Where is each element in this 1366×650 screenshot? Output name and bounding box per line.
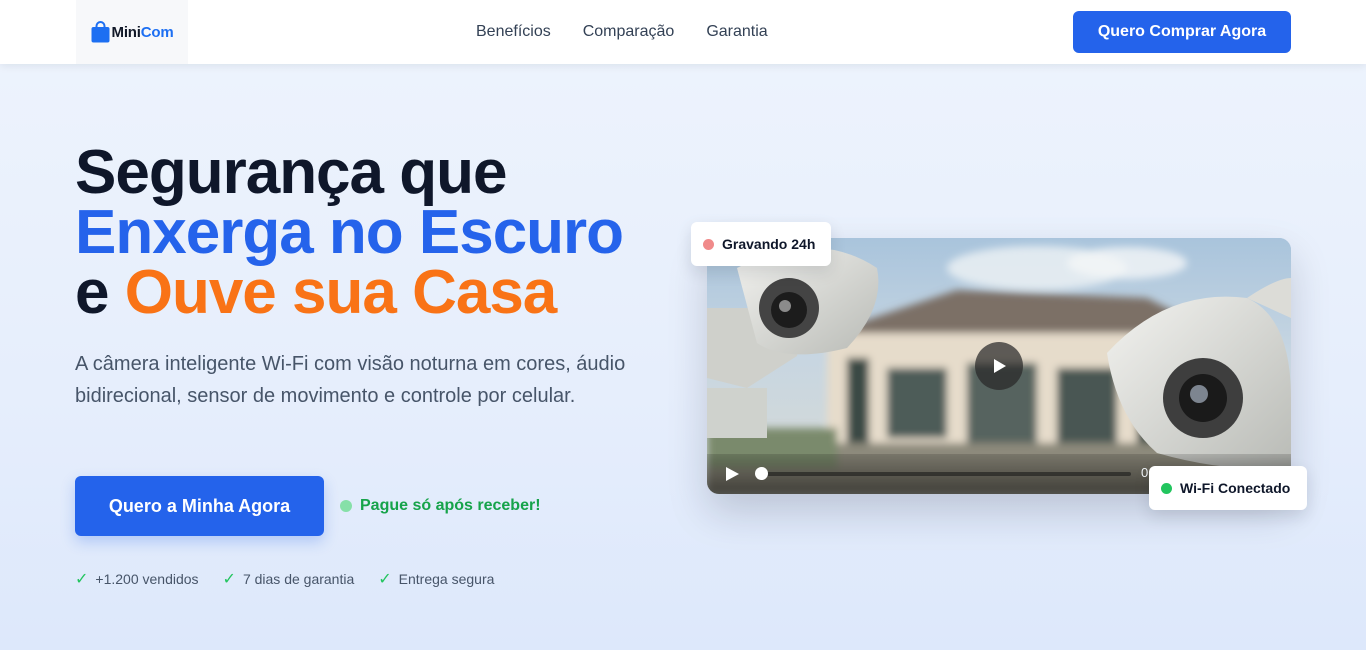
product-video[interactable]: 0 (707, 238, 1291, 494)
control-play-icon[interactable] (725, 467, 739, 481)
headline-line-2: Enxerga no Escuro (75, 198, 624, 267)
headline-line-3-prefix: e (75, 258, 125, 327)
video-time-label: 0 (1141, 465, 1149, 480)
trust-item: ✓ 7 dias de garantia (223, 569, 355, 589)
trust-item: ✓ Entrega segura (378, 569, 494, 589)
play-icon (994, 359, 1006, 373)
trust-list: ✓ +1.200 vendidos ✓ 7 dias de garantia ✓… (75, 568, 494, 590)
brand-name: MiniCom (111, 23, 174, 41)
status-dot-icon (340, 500, 352, 512)
header-buy-button[interactable]: Quero Comprar Agora (1073, 11, 1291, 53)
shopping-bag-icon (91, 21, 110, 43)
trust-item: ✓ +1.200 vendidos (75, 569, 199, 589)
video-play-button[interactable] (975, 342, 1023, 390)
hero-description: A câmera inteligente Wi-Fi com visão not… (75, 353, 626, 407)
recording-dot-icon (703, 238, 714, 250)
trust-label: Entrega segura (398, 571, 495, 587)
headline-line-3-highlight: Ouve sua Casa (124, 258, 558, 327)
wifi-status-badge: Wi-Fi Conectado (1149, 466, 1307, 510)
wifi-status-dot-icon (1161, 482, 1172, 494)
recording-badge-label: Gravando 24h (722, 236, 816, 252)
nav-link-comparacao[interactable]: Comparação (583, 23, 675, 41)
recording-badge: Gravando 24h (691, 222, 831, 266)
pay-note-text: Pague só após receber! (360, 497, 541, 514)
trust-label: +1.200 vendidos (95, 571, 199, 587)
pay-on-delivery-note: Pague só após receber! (340, 494, 541, 518)
headline-line-1: Segurança que (75, 138, 507, 207)
video-progress-track[interactable] (761, 472, 1131, 476)
brand-logo[interactable]: MiniCom (76, 0, 188, 64)
hero-headline: Segurança que Enxerga no Escuro e Ouve s… (75, 142, 675, 324)
video-progress-thumb[interactable] (755, 467, 768, 480)
hero-buy-button[interactable]: Quero a Minha Agora (75, 476, 324, 536)
check-icon: ✓ (75, 571, 89, 588)
wifi-badge-label: Wi-Fi Conectado (1180, 480, 1291, 496)
main-nav: Benefícios Comparação Garantia (476, 0, 768, 64)
nav-link-garantia[interactable]: Garantia (706, 23, 767, 41)
check-icon: ✓ (378, 571, 392, 588)
check-icon: ✓ (222, 571, 236, 588)
site-header: MiniCom Benefícios Comparação Garantia Q… (0, 0, 1366, 64)
nav-link-beneficios[interactable]: Benefícios (476, 23, 551, 41)
trust-label: 7 dias de garantia (242, 571, 355, 587)
